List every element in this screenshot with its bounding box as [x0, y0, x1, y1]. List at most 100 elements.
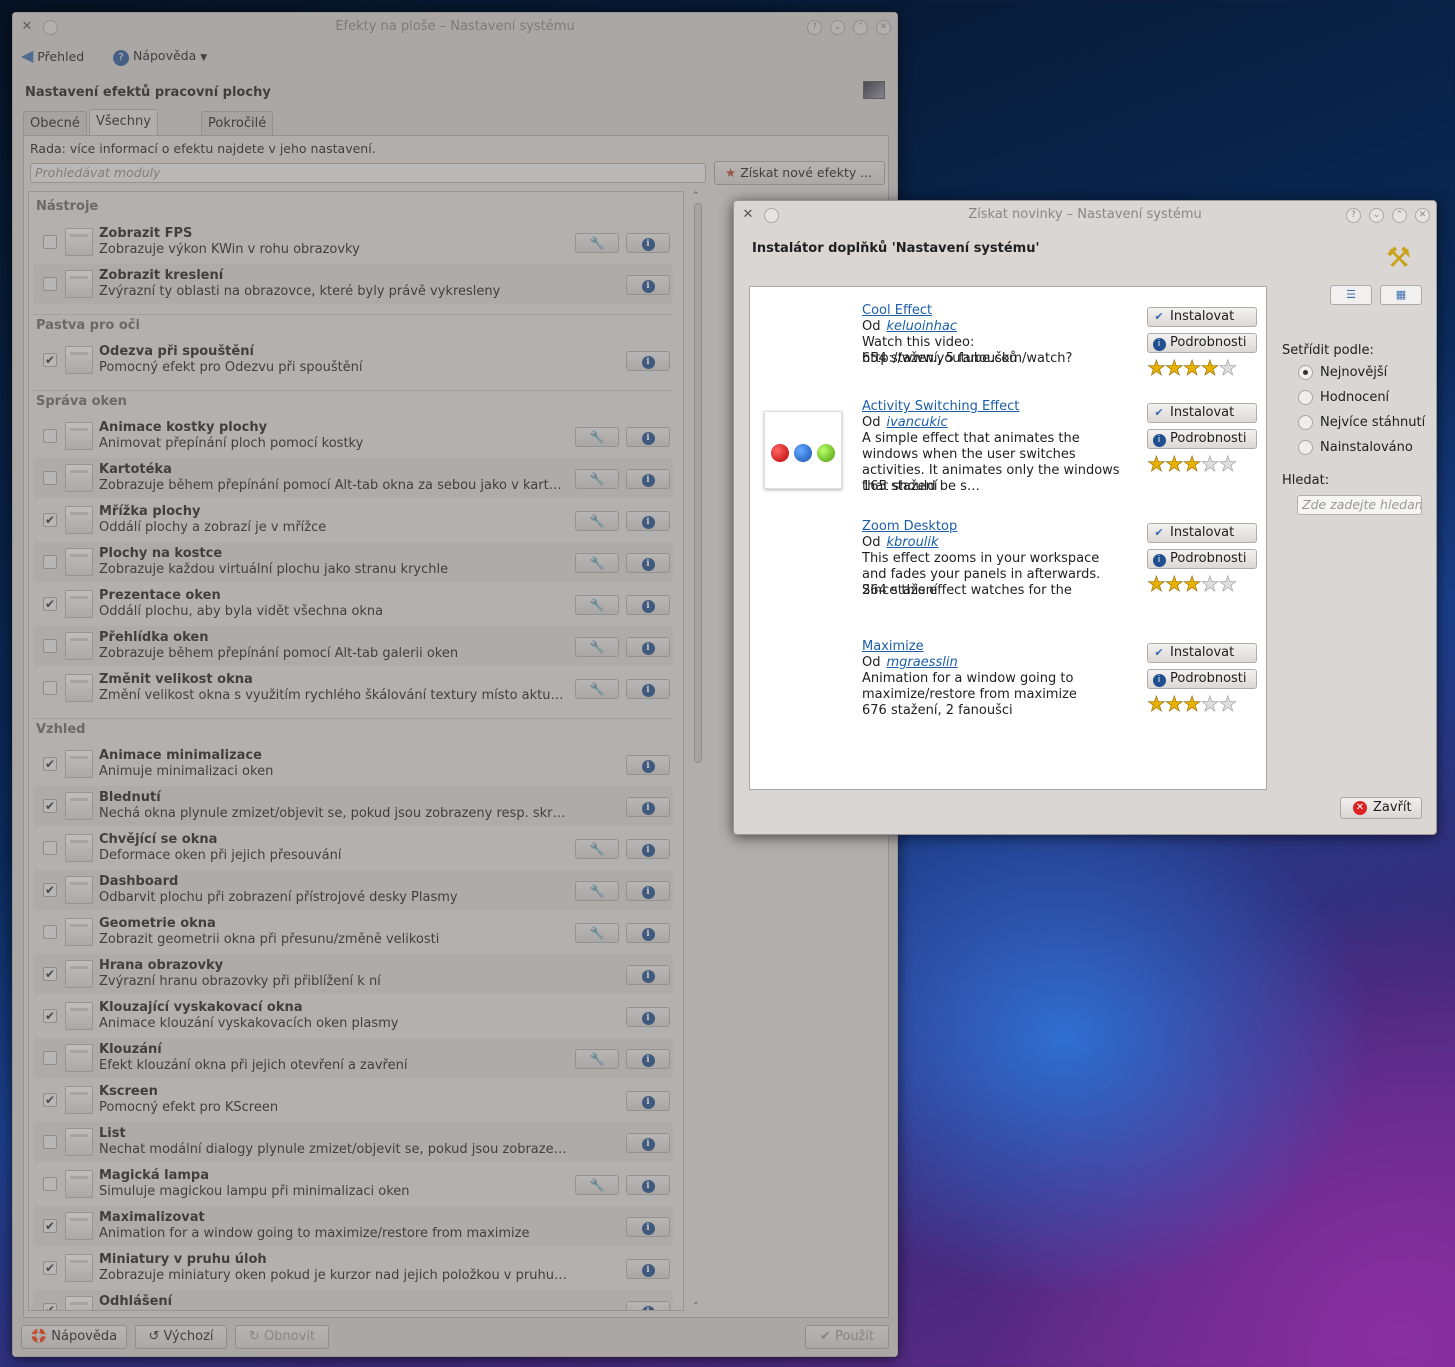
details-button[interactable]: i Podrobnosti: [1147, 669, 1257, 689]
details-button[interactable]: i Podrobnosti: [1147, 549, 1257, 569]
install-button[interactable]: ✔ Instalovat: [1147, 523, 1257, 543]
pin-icon[interactable]: [43, 20, 58, 35]
effect-checkbox[interactable]: ✔: [43, 757, 57, 771]
configure-wrench-icon[interactable]: 🔧: [575, 1175, 619, 1195]
effect-checkbox[interactable]: [43, 841, 57, 855]
about-info-icon[interactable]: i: [626, 923, 670, 943]
effect-checkbox[interactable]: [43, 1051, 57, 1065]
help-menu-button[interactable]: ? Nápověda ▼: [113, 43, 207, 69]
effect-row[interactable]: ✔ Kscreen Pomocný efekt pro KScreen i: [33, 1080, 673, 1120]
effect-row[interactable]: ✔ Blednutí Nechá okna plynule zmizet/objev…: [33, 786, 673, 826]
effect-row[interactable]: ✔ Odezva při spouštění Pomocný efekt pro O…: [33, 340, 673, 380]
about-info-icon[interactable]: i: [626, 1007, 670, 1027]
effect-row[interactable]: Přehlídka oken Zobrazuje během přepínání …: [33, 626, 673, 666]
effect-row[interactable]: Klouzání Efekt klouzání okna při jejich o…: [33, 1038, 673, 1078]
effect-checkbox[interactable]: [43, 471, 57, 485]
effect-checkbox[interactable]: [43, 681, 57, 695]
configure-wrench-icon[interactable]: 🔧: [575, 839, 619, 859]
effect-row[interactable]: ✔ Hrana obrazovky Zvýrazní hranu obrazovky…: [33, 954, 673, 994]
about-info-icon[interactable]: i: [626, 1259, 670, 1279]
effect-checkbox[interactable]: [43, 639, 57, 653]
dialog-search-input[interactable]: Zde zadejte hledaný text: [1297, 495, 1422, 515]
author-link[interactable]: mgraesslin: [886, 655, 957, 670]
tab-2[interactable]: Pokročilé: [201, 111, 274, 135]
minimize-icon[interactable]: ⌄: [1369, 208, 1384, 223]
sort-option[interactable]: Nainstalováno: [1298, 439, 1413, 457]
tab-1[interactable]: Všechny efekty: [89, 109, 158, 153]
addon-name-link[interactable]: Activity Switching Effect: [862, 399, 1019, 414]
reset-button[interactable]: ↻ Obnovit: [235, 1325, 329, 1349]
about-info-icon[interactable]: i: [626, 1091, 670, 1111]
get-new-effects-button[interactable]: ★ Získat nové efekty ...: [714, 161, 885, 185]
effect-checkbox[interactable]: [43, 555, 57, 569]
effect-checkbox[interactable]: ✔: [43, 1303, 57, 1310]
about-info-icon[interactable]: i: [626, 637, 670, 657]
module-search-input[interactable]: Prohledávat moduly: [30, 163, 706, 183]
effect-row[interactable]: ✔ Klouzající vyskakovací okna Animace klou…: [33, 996, 673, 1036]
about-info-icon[interactable]: i: [626, 1217, 670, 1237]
effect-checkbox[interactable]: [43, 277, 57, 291]
effect-row[interactable]: ✔ Animace minimalizace Animuje minimalizac…: [33, 744, 673, 784]
about-info-icon[interactable]: i: [626, 427, 670, 447]
configure-wrench-icon[interactable]: 🔧: [575, 469, 619, 489]
effect-checkbox[interactable]: ✔: [43, 597, 57, 611]
pin-icon[interactable]: [764, 208, 779, 223]
effect-row[interactable]: Chvějící se okna Deformace oken při jejic…: [33, 828, 673, 868]
addon-name-link[interactable]: Maximize: [862, 639, 924, 654]
effect-row[interactable]: Zobrazit FPS Zobrazuje výkon KWin v rohu …: [33, 222, 673, 262]
configure-wrench-icon[interactable]: 🔧: [575, 427, 619, 447]
about-info-icon[interactable]: i: [626, 511, 670, 531]
author-link[interactable]: ivancukic: [886, 415, 947, 430]
dialog-titlebar[interactable]: ✕ Získat novinky – Nastavení systému ? ⌄…: [734, 201, 1436, 229]
about-info-icon[interactable]: i: [626, 881, 670, 901]
overview-button[interactable]: ◀ Přehled: [21, 43, 84, 69]
effect-checkbox[interactable]: [43, 429, 57, 443]
close-icon[interactable]: ✕: [876, 20, 891, 35]
details-button[interactable]: i Podrobnosti: [1147, 429, 1257, 449]
apply-button[interactable]: ✔ Použít: [805, 1325, 889, 1349]
sort-option[interactable]: Nejnovější: [1298, 364, 1387, 382]
effect-checkbox[interactable]: [43, 1135, 57, 1149]
about-info-icon[interactable]: i: [626, 351, 670, 371]
effect-checkbox[interactable]: ✔: [43, 1261, 57, 1275]
effect-checkbox[interactable]: ✔: [43, 883, 57, 897]
close-icon[interactable]: ✕: [1415, 208, 1430, 223]
effect-row[interactable]: ✔ Miniatury v pruhu úloh Zobrazuje miniatu…: [33, 1248, 673, 1288]
effect-checkbox[interactable]: ✔: [43, 1093, 57, 1107]
minimize-icon[interactable]: ⌄: [830, 20, 845, 35]
configure-wrench-icon[interactable]: 🔧: [575, 553, 619, 573]
addon-name-link[interactable]: Cool Effect: [862, 303, 932, 318]
about-info-icon[interactable]: i: [626, 679, 670, 699]
configure-wrench-icon[interactable]: 🔧: [575, 1049, 619, 1069]
maximize-icon[interactable]: ⌃: [853, 20, 868, 35]
details-button[interactable]: i Podrobnosti: [1147, 333, 1257, 353]
effect-row[interactable]: ✔ Mřížka plochy Oddálí plochy a zobrazí je…: [33, 500, 673, 540]
configure-wrench-icon[interactable]: 🔧: [575, 679, 619, 699]
effect-row[interactable]: Zobrazit kreslení Zvýrazní ty oblasti na …: [33, 264, 673, 304]
list-view-icon[interactable]: ☰: [1330, 285, 1372, 305]
about-info-icon[interactable]: i: [626, 275, 670, 295]
effect-checkbox[interactable]: ✔: [43, 1219, 57, 1233]
about-info-icon[interactable]: i: [626, 755, 670, 775]
about-info-icon[interactable]: i: [626, 1301, 670, 1310]
author-link[interactable]: kbroulik: [886, 535, 938, 550]
sort-option[interactable]: Hodnocení: [1298, 389, 1389, 407]
effect-checkbox[interactable]: [43, 925, 57, 939]
effects-scrollbar[interactable]: ⌃ ⌄: [690, 191, 706, 1311]
effect-checkbox[interactable]: ✔: [43, 1009, 57, 1023]
about-info-icon[interactable]: i: [626, 1049, 670, 1069]
install-button[interactable]: ✔ Instalovat: [1147, 643, 1257, 663]
configure-wrench-icon[interactable]: 🔧: [575, 637, 619, 657]
author-link[interactable]: keluoinhac: [886, 319, 957, 334]
maximize-icon[interactable]: ⌃: [1392, 208, 1407, 223]
about-info-icon[interactable]: i: [626, 1175, 670, 1195]
about-info-icon[interactable]: i: [626, 595, 670, 615]
effect-row[interactable]: ✔ Maximalizovat Animation for a window goi…: [33, 1206, 673, 1246]
effect-checkbox[interactable]: ✔: [43, 353, 57, 367]
help-button[interactable]: 🛟 Nápověda: [21, 1325, 127, 1349]
effect-row[interactable]: Kartotéka Zobrazuje během přepínání pomoc…: [33, 458, 673, 498]
effect-checkbox[interactable]: ✔: [43, 513, 57, 527]
tab-0[interactable]: Obecné: [23, 111, 87, 135]
effect-checkbox[interactable]: ✔: [43, 799, 57, 813]
help-icon[interactable]: ?: [1346, 208, 1361, 223]
